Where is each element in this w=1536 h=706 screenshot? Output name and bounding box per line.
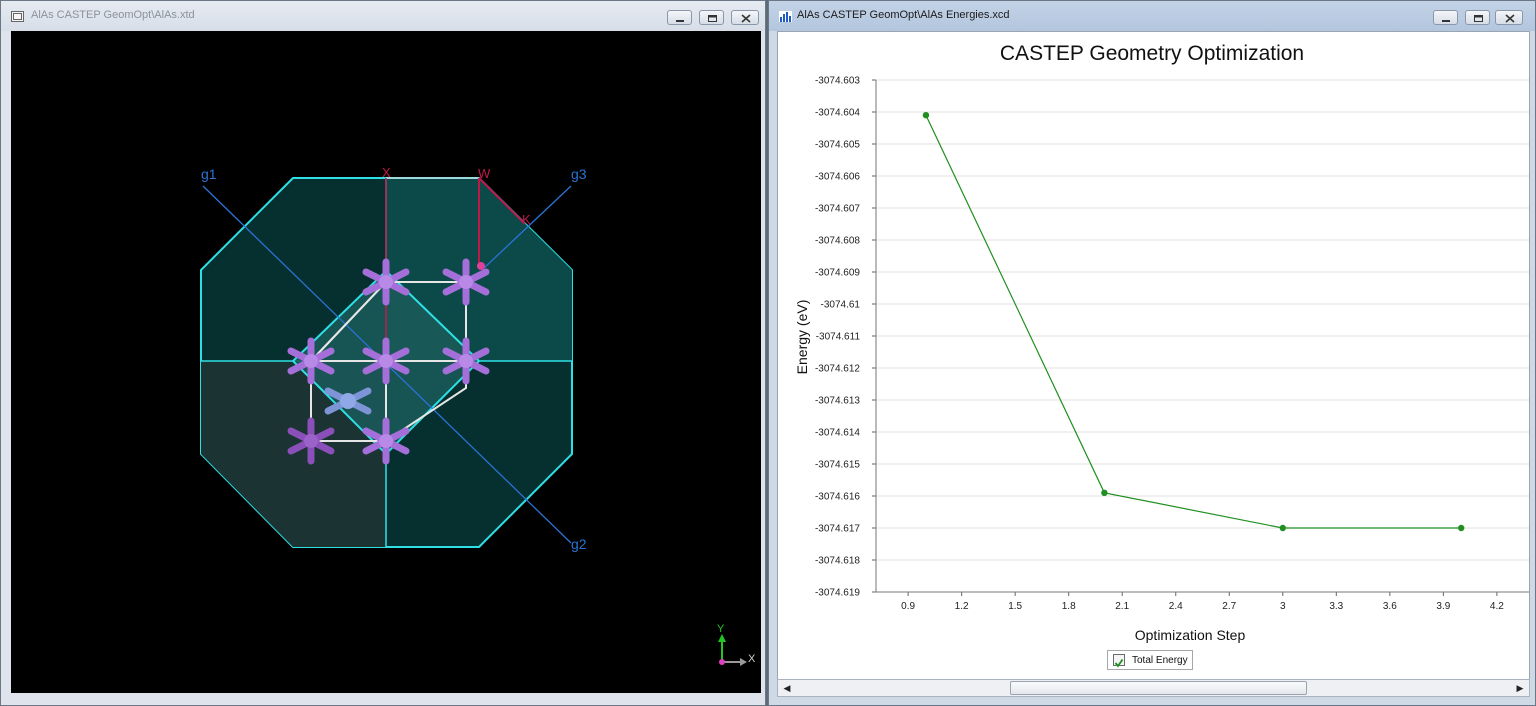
grid-lines	[876, 79, 1529, 593]
y-tick-label: -3074.61	[821, 300, 861, 311]
y-tick-label: -3074.614	[815, 428, 860, 439]
x-tick-label: 1.8	[1062, 601, 1076, 612]
y-tick-label: -3074.608	[815, 236, 860, 247]
minimize-icon	[676, 20, 684, 22]
g2-label: g2	[571, 536, 587, 552]
y-tick-label: -3074.609	[815, 268, 860, 279]
axes	[872, 79, 1529, 596]
chart-document-icon	[779, 11, 792, 22]
3d-viewport[interactable]: g1 g2 g3 X W K Y X	[11, 31, 761, 693]
structure-window-titlebar[interactable]: AlAs CASTEP GeomOpt\AlAs.xtd	[1, 1, 765, 31]
x-tick-label: 3.9	[1436, 601, 1450, 612]
x-tick-label: 2.4	[1169, 601, 1183, 612]
scroll-left-button[interactable]: ◀	[779, 681, 795, 695]
structure-window[interactable]: AlAs CASTEP GeomOpt\AlAs.xtd g1 g2 g3 X …	[0, 0, 766, 706]
chart-window-title: AlAs CASTEP GeomOpt\AlAs Energies.xcd	[797, 9, 1010, 21]
chart-window-titlebar[interactable]: AlAs CASTEP GeomOpt\AlAs Energies.xcd	[769, 1, 1535, 31]
data-point[interactable]	[1458, 524, 1465, 532]
chart-legend[interactable]: Total Energy	[1107, 650, 1193, 670]
close-icon	[741, 14, 751, 23]
x-tick-label: 4.2	[1490, 601, 1504, 612]
triad-y-label: Y	[717, 623, 725, 635]
chart-area[interactable]: CASTEP Geometry Optimization Optimizatio…	[777, 31, 1530, 681]
check-icon	[1114, 658, 1124, 668]
minimize-button[interactable]	[1433, 10, 1458, 25]
series-line	[925, 114, 1462, 529]
restore-button[interactable]	[699, 10, 724, 25]
y-tick-label: -3074.613	[815, 396, 860, 407]
close-button[interactable]	[731, 10, 759, 25]
x-tick-label: 3	[1280, 601, 1286, 612]
legend-checkbox[interactable]	[1113, 654, 1125, 668]
y-tick-label: -3074.618	[815, 556, 860, 567]
restore-button[interactable]	[1465, 10, 1490, 25]
data-point[interactable]	[1279, 524, 1286, 532]
y-tick-labels: -3074.603 -3074.604 -3074.605 -3074.606 -307…	[815, 76, 860, 599]
x-tick-label: 0.9	[901, 601, 915, 612]
close-icon	[1505, 14, 1515, 23]
x-tick-label: 3.6	[1383, 601, 1397, 612]
horizontal-scrollbar[interactable]: ◀ ▶	[777, 679, 1530, 697]
restore-icon	[708, 15, 717, 22]
x-tick-label: 3.3	[1329, 601, 1343, 612]
x-tick-label: 1.5	[1008, 601, 1022, 612]
x-tick-label: 1.2	[955, 601, 969, 612]
x-tick-label: 2.1	[1115, 601, 1129, 612]
series-total-energy[interactable]	[922, 112, 1465, 532]
minimize-button[interactable]	[667, 10, 692, 25]
x-point-label: X	[382, 165, 391, 180]
chart-window[interactable]: AlAs CASTEP GeomOpt\AlAs Energies.xcd CA…	[768, 0, 1536, 706]
y-tick-label: -3074.603	[815, 76, 860, 87]
minimize-icon	[1442, 20, 1450, 22]
data-point[interactable]	[1101, 489, 1108, 496]
y-tick-label: -3074.606	[815, 172, 860, 183]
x-axis-label: Optimization Step	[1135, 627, 1246, 643]
orientation-triad: Y X	[717, 623, 756, 666]
g3-label: g3	[571, 166, 587, 182]
close-button[interactable]	[1495, 10, 1523, 25]
brillouin-zone-render[interactable]: g1 g2 g3 X W K Y X	[11, 31, 761, 693]
scroll-right-button[interactable]: ▶	[1512, 681, 1528, 695]
document-icon	[11, 11, 24, 22]
g1-label: g1	[201, 166, 217, 182]
w-marker	[477, 262, 485, 270]
data-point[interactable]	[922, 112, 930, 119]
x-tick-label: 2.7	[1222, 601, 1236, 612]
restore-icon	[1474, 15, 1483, 22]
legend-label: Total Energy	[1132, 655, 1188, 666]
k-point-label: K	[522, 212, 531, 227]
w-point-label: W	[478, 166, 491, 181]
triad-x-label: X	[748, 653, 756, 665]
y-tick-label: -3074.611	[816, 332, 861, 343]
y-tick-label: -3074.619	[815, 588, 860, 599]
y-tick-label: -3074.612	[815, 364, 860, 375]
chart-title: CASTEP Geometry Optimization	[1000, 42, 1304, 65]
scroll-thumb[interactable]	[1010, 681, 1307, 695]
y-tick-label: -3074.605	[815, 140, 860, 151]
energy-chart[interactable]: CASTEP Geometry Optimization Optimizatio…	[778, 32, 1529, 680]
y-tick-label: -3074.607	[815, 204, 860, 215]
y-tick-label: -3074.615	[815, 460, 860, 471]
y-tick-label: -3074.604	[815, 108, 860, 119]
structure-window-title: AlAs CASTEP GeomOpt\AlAs.xtd	[31, 9, 195, 21]
x-tick-labels: 0.9 1.2 1.5 1.8 2.1 2.4 2.7 3 3.3 3.6 3.9 4.2	[901, 601, 1504, 612]
y-tick-label: -3074.616	[815, 492, 860, 503]
y-axis-label: Energy (eV)	[794, 300, 810, 375]
y-tick-label: -3074.617	[815, 524, 860, 535]
